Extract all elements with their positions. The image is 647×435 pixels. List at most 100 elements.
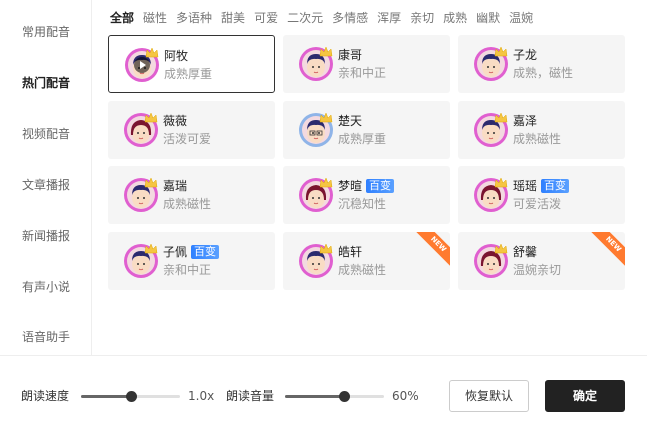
- voice-name: 子佩 百变: [163, 244, 220, 260]
- sidebar-item[interactable]: 有声小说: [0, 277, 92, 297]
- voice-card[interactable]: 薇薇 活泼可爱: [108, 101, 275, 159]
- voice-name: 康哥: [338, 47, 362, 63]
- filter-tab[interactable]: 成熟: [443, 9, 467, 27]
- crown-icon: [144, 108, 158, 123]
- voice-name-text: 嘉泽: [513, 114, 538, 128]
- voice-name: 舒馨: [513, 244, 537, 260]
- voice-name-text: 阿牧: [164, 49, 189, 63]
- volume-label: 朗读音量: [226, 389, 275, 403]
- sidebar-item[interactable]: 新闻播报: [0, 226, 92, 246]
- variety-badge: 百变: [191, 245, 220, 259]
- voice-desc: 成熟，磁性: [513, 66, 574, 80]
- volume-slider-fill: [285, 395, 345, 398]
- voice-card[interactable]: 子龙成熟，磁性: [458, 35, 625, 93]
- voice-card[interactable]: 嘉泽 成熟磁性: [458, 101, 625, 159]
- voice-name: 楚天: [338, 113, 362, 129]
- crown-icon: [319, 42, 333, 57]
- filter-tab[interactable]: 磁性: [143, 9, 167, 27]
- filter-tab[interactable]: 全部: [110, 9, 134, 27]
- divider: [0, 355, 647, 356]
- crown-icon: [494, 42, 508, 57]
- voice-desc: 沉稳知性: [338, 197, 387, 211]
- voice-card[interactable]: 梦暄 百变沉稳知性: [283, 166, 450, 224]
- voice-name-text: 瑶瑶: [513, 179, 538, 193]
- voice-desc: 成熟磁性: [338, 263, 387, 277]
- voice-desc: 成熟磁性: [163, 197, 212, 211]
- new-ribbon: NEW: [587, 232, 625, 271]
- voice-desc: 成熟磁性: [513, 132, 562, 146]
- crown-icon: [319, 173, 333, 188]
- voice-desc: 亲和中正: [338, 66, 387, 80]
- voice-name: 阿牧: [164, 48, 188, 64]
- voice-card[interactable]: 楚天 成熟厚重: [283, 101, 450, 159]
- voice-card[interactable]: 瑶瑶 百变可爱活泼: [458, 166, 625, 224]
- voice-desc: 成熟厚重: [338, 132, 387, 146]
- voice-name-text: 子龙: [513, 48, 538, 62]
- voice-name-text: 子佩: [163, 245, 188, 259]
- filter-tab[interactable]: 二次元: [287, 9, 323, 27]
- voice-card[interactable]: 皓轩成熟磁性 NEW: [283, 232, 450, 290]
- filter-tab[interactable]: 浑厚: [377, 9, 401, 27]
- volume-slider[interactable]: [285, 391, 384, 402]
- crown-icon: [319, 108, 333, 123]
- voice-card[interactable]: 康哥 亲和中正: [283, 35, 450, 93]
- voice-name-text: 楚天: [338, 114, 363, 128]
- voice-name-text: 康哥: [338, 48, 363, 62]
- voice-name: 瑶瑶 百变: [513, 178, 570, 194]
- voice-name: 嘉泽: [513, 113, 537, 129]
- filter-tab[interactable]: 温婉: [509, 9, 533, 27]
- filter-tabs: 全部 磁性 多语种 甜美 可爱 二次元 多情感 浑厚 亲切 成熟 幽默 温婉: [110, 9, 542, 27]
- sidebar-item[interactable]: 文章播报: [0, 175, 92, 195]
- voice-card[interactable]: 子佩 百变亲和中正: [108, 232, 275, 290]
- voice-name-text: 嘉瑞: [163, 179, 188, 193]
- speed-label: 朗读速度: [21, 389, 70, 403]
- crown-icon: [319, 239, 333, 254]
- reset-button[interactable]: 恢复默认: [449, 380, 529, 412]
- sidebar-item[interactable]: 视频配音: [0, 124, 92, 144]
- volume-slider-thumb[interactable]: [339, 391, 351, 402]
- voice-name: 嘉瑞: [163, 178, 187, 194]
- filter-tab[interactable]: 可爱: [254, 9, 278, 27]
- voice-name: 薇薇: [163, 113, 187, 129]
- voice-name-text: 舒馨: [513, 245, 538, 259]
- voice-name: 梦暄 百变: [338, 178, 395, 194]
- voice-desc: 活泼可爱: [163, 132, 212, 146]
- volume-value: 60%: [392, 389, 419, 403]
- speed-slider-thumb[interactable]: [125, 391, 137, 402]
- voice-name-text: 薇薇: [163, 114, 188, 128]
- sidebar-item[interactable]: 常用配音: [0, 22, 92, 42]
- speed-slider[interactable]: [81, 391, 180, 402]
- voice-desc: 温婉亲切: [513, 263, 562, 277]
- crown-icon: [144, 239, 158, 254]
- variety-badge: 百变: [366, 179, 395, 193]
- filter-tab[interactable]: 幽默: [476, 9, 500, 27]
- voice-name: 皓轩: [338, 244, 362, 260]
- new-ribbon: NEW: [412, 232, 450, 271]
- sidebar-item[interactable]: 热门配音: [0, 73, 92, 93]
- sidebar-item[interactable]: 语音助手: [0, 327, 92, 347]
- confirm-button[interactable]: 确定: [545, 380, 625, 412]
- variety-badge: 百变: [541, 179, 570, 193]
- voice-desc: 亲和中正: [163, 263, 212, 277]
- voice-name-text: 皓轩: [338, 245, 363, 259]
- voice-name-text: 梦暄: [338, 179, 363, 193]
- filter-tab[interactable]: 甜美: [221, 9, 245, 27]
- voice-card[interactable]: 舒馨温婉亲切 NEW: [458, 232, 625, 290]
- speed-slider-fill: [81, 395, 131, 398]
- voice-card[interactable]: 阿牧 成熟厚重: [108, 35, 275, 93]
- voice-name: 子龙: [513, 47, 537, 63]
- crown-icon: [494, 173, 508, 188]
- crown-icon: [144, 173, 158, 188]
- crown-icon: [494, 239, 508, 254]
- crown-icon: [494, 108, 508, 123]
- filter-tab[interactable]: 多情感: [332, 9, 368, 27]
- filter-tab[interactable]: 亲切: [410, 9, 434, 27]
- play-icon[interactable]: [134, 57, 150, 73]
- crown-icon: [145, 43, 159, 58]
- speed-value: 1.0x: [188, 389, 215, 403]
- category-sidebar: 常用配音热门配音视频配音文章播报新闻播报有声小说语音助手: [0, 0, 92, 355]
- voice-card[interactable]: 嘉瑞 成熟磁性: [108, 166, 275, 224]
- voice-desc: 成熟厚重: [164, 67, 213, 81]
- voice-desc: 可爱活泼: [513, 197, 562, 211]
- filter-tab[interactable]: 多语种: [176, 9, 212, 27]
